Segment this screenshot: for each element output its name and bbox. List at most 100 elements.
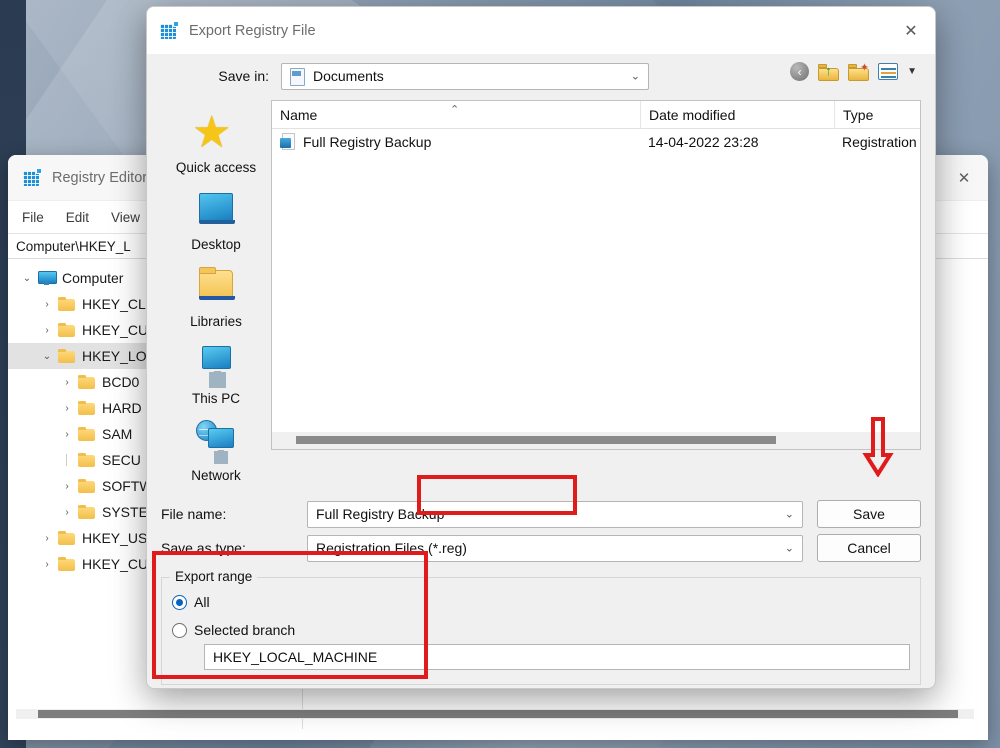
star-icon: ★ bbox=[192, 108, 232, 157]
folder-icon bbox=[78, 453, 95, 467]
registry-tree-item-label: HKEY_CU bbox=[82, 556, 149, 572]
file-list[interactable]: Name ⌃ Date modified Type Full Registry … bbox=[271, 100, 921, 450]
chevron-right-icon[interactable]: › bbox=[36, 533, 58, 544]
libraries-folder-icon bbox=[192, 266, 240, 310]
file-list-header: Name ⌃ Date modified Type bbox=[272, 101, 920, 129]
registry-tree-item-label: BCD0 bbox=[102, 374, 140, 390]
radio-all-label: All bbox=[194, 594, 210, 610]
registry-tree-item-label: HKEY_CU bbox=[82, 322, 149, 338]
place-item-network[interactable]: Network bbox=[164, 420, 268, 483]
export-registry-file-dialog: Export Registry File ✕ ‹ ↑ ✦ ▼ Save in: … bbox=[146, 6, 936, 689]
network-icon bbox=[192, 420, 240, 464]
registry-editor-close-button[interactable]: ✕ bbox=[940, 155, 988, 201]
file-list-rows: Full Registry Backup 14-04-2022 23:28 Regi… bbox=[272, 129, 920, 155]
folder-icon bbox=[58, 349, 75, 363]
this-pc-icon bbox=[192, 343, 240, 387]
export-range-legend: Export range bbox=[170, 569, 258, 584]
file-name-value: Full Registry Backup bbox=[316, 506, 445, 522]
folder-icon bbox=[58, 323, 75, 337]
up-folder-icon[interactable]: ↑ bbox=[818, 63, 840, 81]
save-as-type-label: Save as type: bbox=[161, 540, 246, 556]
chevron-down-icon[interactable]: ▼ bbox=[907, 66, 917, 77]
place-item-desktop[interactable]: Desktop bbox=[164, 189, 268, 252]
cancel-button[interactable]: Cancel bbox=[817, 534, 921, 562]
chevron-right-icon[interactable]: › bbox=[36, 299, 58, 310]
registry-tree-item-label: HKEY_CL bbox=[82, 296, 146, 312]
registry-horizontal-scrollbar[interactable] bbox=[16, 709, 974, 719]
chevron-right-icon[interactable]: › bbox=[56, 429, 78, 440]
chevron-right-icon[interactable]: › bbox=[56, 481, 78, 492]
annotation-arrow-save bbox=[862, 417, 894, 477]
save-button[interactable]: Save bbox=[817, 500, 921, 528]
chevron-right-icon[interactable]: › bbox=[36, 325, 58, 336]
place-item-this-pc[interactable]: This PC bbox=[164, 343, 268, 406]
computer-icon bbox=[38, 271, 57, 285]
registry-tree-item-label: SAM bbox=[102, 426, 133, 442]
place-item-quick-access[interactable]: ★ Quick access bbox=[164, 108, 268, 176]
registry-tree-item-label: SOFTW bbox=[102, 478, 153, 494]
radio-selected-branch-indicator[interactable] bbox=[172, 622, 187, 638]
chevron-down-icon[interactable]: ⌄ bbox=[785, 542, 794, 555]
save-as-type-value: Registration Files (*.reg) bbox=[316, 540, 467, 556]
place-item-label: Quick access bbox=[175, 160, 257, 175]
places-bar: ★ Quick access Desktop Libraries This PC Netw… bbox=[161, 100, 271, 484]
save-in-label: Save in: bbox=[218, 68, 269, 84]
file-row-type: Registration bbox=[842, 134, 917, 150]
column-header-date-modified[interactable]: Date modified bbox=[640, 101, 834, 129]
file-row-name: Full Registry Backup bbox=[272, 129, 640, 155]
folder-icon bbox=[78, 427, 95, 441]
radio-all[interactable]: All bbox=[172, 588, 910, 616]
chevron-right-icon[interactable]: › bbox=[56, 403, 78, 414]
menu-item-file[interactable]: File bbox=[22, 210, 44, 225]
views-icon[interactable] bbox=[878, 63, 899, 80]
chevron-right-icon[interactable]: › bbox=[56, 507, 78, 518]
menu-item-view[interactable]: View bbox=[111, 210, 140, 225]
file-row-date-modified: 14-04-2022 23:28 bbox=[648, 134, 759, 150]
export-range-group: Export range All Selected branch HKEY_LO… bbox=[161, 569, 921, 685]
save-in-combobox[interactable]: Documents ⌄ bbox=[281, 62, 649, 90]
radio-all-indicator[interactable] bbox=[172, 594, 187, 610]
file-name-label: File name: bbox=[161, 506, 227, 522]
dialog-toolbar: ‹ ↑ ✦ ▼ bbox=[790, 62, 917, 81]
folder-icon bbox=[58, 531, 75, 545]
folder-icon bbox=[78, 401, 95, 415]
new-folder-icon[interactable]: ✦ bbox=[848, 62, 870, 81]
column-header-name[interactable]: Name ⌃ bbox=[272, 101, 640, 129]
column-header-type[interactable]: Type bbox=[834, 101, 920, 129]
chevron-down-icon[interactable]: ⌄ bbox=[36, 351, 58, 362]
save-as-type-row: Save as type: Registration Files (*.reg)… bbox=[161, 531, 921, 565]
selected-branch-input[interactable]: HKEY_LOCAL_MACHINE bbox=[204, 644, 910, 670]
menu-item-edit[interactable]: Edit bbox=[66, 210, 89, 225]
place-item-libraries[interactable]: Libraries bbox=[164, 266, 268, 329]
chevron-right-icon[interactable]: › bbox=[36, 559, 58, 570]
back-icon[interactable]: ‹ bbox=[790, 62, 810, 81]
file-list-row[interactable]: Full Registry Backup 14-04-2022 23:28 Regi… bbox=[272, 129, 920, 155]
registry-tree-item-label: SYSTE bbox=[102, 504, 148, 520]
desktop-icon bbox=[192, 189, 240, 233]
registry-icon bbox=[22, 167, 42, 188]
save-as-type-combobox[interactable]: Registration Files (*.reg) ⌄ bbox=[307, 534, 803, 562]
dialog-close-button[interactable]: ✕ bbox=[887, 7, 935, 54]
reg-file-icon bbox=[280, 133, 297, 151]
browser-panel: ★ Quick access Desktop Libraries This PC Netw… bbox=[161, 100, 921, 483]
dialog-title: Export Registry File bbox=[189, 22, 316, 39]
tree-line-icon[interactable]: │ bbox=[56, 455, 78, 466]
radio-selected-branch-label: Selected branch bbox=[194, 622, 296, 638]
folder-icon bbox=[58, 297, 75, 311]
radio-selected-branch[interactable]: Selected branch bbox=[172, 616, 910, 644]
registry-tree-item-label: SECU bbox=[102, 452, 141, 468]
place-item-label: Desktop bbox=[191, 237, 241, 252]
registry-tree-item-label: HKEY_LO bbox=[82, 348, 147, 364]
sort-ascending-icon: ⌃ bbox=[450, 103, 460, 116]
file-name-input[interactable]: Full Registry Backup ⌄ bbox=[307, 500, 803, 528]
folder-icon bbox=[58, 557, 75, 571]
folder-icon bbox=[78, 505, 95, 519]
file-list-horizontal-scrollbar[interactable] bbox=[272, 432, 920, 449]
chevron-right-icon[interactable]: › bbox=[56, 377, 78, 388]
chevron-down-icon[interactable]: ⌄ bbox=[631, 70, 640, 83]
dialog-body: Save in: Documents ⌄ ★ Quick access Deskto… bbox=[147, 54, 935, 685]
chevron-down-icon[interactable]: ⌄ bbox=[785, 508, 794, 521]
chevron-down-icon[interactable]: ⌄ bbox=[16, 273, 38, 284]
registry-icon bbox=[159, 20, 179, 41]
registry-editor-title: Registry Editor bbox=[52, 169, 148, 186]
